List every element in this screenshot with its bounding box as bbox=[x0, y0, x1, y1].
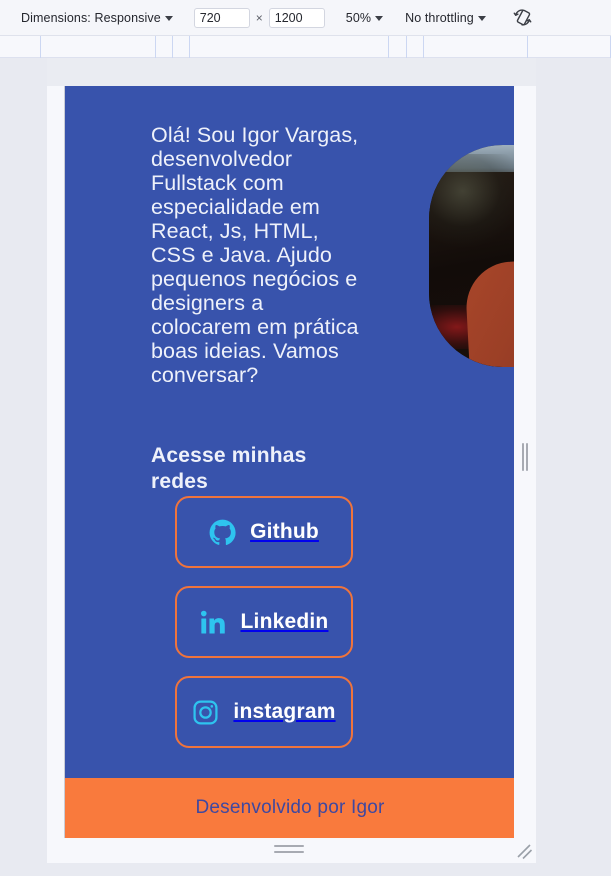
social-button-instagram[interactable]: instagram bbox=[175, 676, 353, 748]
social-button-label: Linkedin bbox=[240, 610, 329, 633]
hero-section: Olá! Sou Igor Vargas, desenvolvedor Full… bbox=[65, 86, 514, 778]
ruler-tick bbox=[172, 36, 173, 58]
page-footer: Desenvolvido por Igor bbox=[65, 778, 514, 838]
social-button-label: Github bbox=[250, 520, 319, 543]
portrait-photo bbox=[429, 145, 514, 367]
viewport-resize-handle-right[interactable] bbox=[519, 437, 531, 477]
social-button-github[interactable]: Github bbox=[175, 496, 353, 568]
section-headline: Acesse minhas redes bbox=[151, 444, 307, 493]
github-icon bbox=[209, 519, 236, 546]
chevron-down-icon bbox=[477, 16, 486, 21]
stage-right-gutter bbox=[536, 58, 611, 876]
rendered-page: Olá! Sou Igor Vargas, desenvolvedor Full… bbox=[65, 86, 514, 838]
ruler-tick bbox=[423, 36, 424, 58]
viewport-resize-handle-bottom[interactable] bbox=[273, 842, 305, 856]
device-stage: Olá! Sou Igor Vargas, desenvolvedor Full… bbox=[0, 58, 611, 876]
device-toolbar: Dimensions: Responsive × 50% No throttli… bbox=[0, 0, 611, 36]
stage-bottom-gutter bbox=[0, 863, 611, 876]
dimensions-label: Dimensions: Responsive bbox=[21, 10, 161, 25]
social-button-linkedin[interactable]: Linkedin bbox=[175, 586, 353, 658]
throttling-label: No throttling bbox=[405, 10, 474, 25]
footer-credit-text: Desenvolvido por Igor bbox=[195, 797, 385, 818]
intro-paragraph: Olá! Sou Igor Vargas, desenvolvedor Full… bbox=[151, 123, 359, 387]
chevron-down-icon bbox=[164, 16, 173, 21]
chevron-down-icon bbox=[375, 16, 384, 21]
ruler-tick bbox=[40, 36, 41, 58]
ruler-tick bbox=[406, 36, 407, 58]
instagram-icon bbox=[192, 699, 219, 726]
device-viewport[interactable]: Olá! Sou Igor Vargas, desenvolvedor Full… bbox=[64, 86, 514, 838]
social-button-label: instagram bbox=[233, 700, 336, 723]
dimensions-dropdown[interactable]: Dimensions: Responsive bbox=[18, 9, 176, 27]
throttling-dropdown[interactable]: No throttling bbox=[402, 9, 489, 27]
device-backdrop-top bbox=[47, 58, 536, 86]
rotate-device-button[interactable] bbox=[511, 6, 535, 30]
dimension-separator: × bbox=[255, 10, 263, 25]
resize-grip-icon bbox=[517, 844, 533, 860]
ruler-tick bbox=[527, 36, 528, 58]
zoom-label: 50% bbox=[345, 10, 372, 25]
ruler-tick bbox=[388, 36, 389, 58]
viewport-height-input[interactable] bbox=[268, 7, 325, 28]
ruler-tick bbox=[155, 36, 156, 58]
zoom-dropdown[interactable]: 50% bbox=[343, 9, 386, 27]
viewport-resize-handle-corner[interactable] bbox=[514, 841, 536, 863]
viewport-ruler bbox=[0, 36, 611, 58]
ruler-tick bbox=[189, 36, 190, 58]
linkedin-icon bbox=[200, 609, 227, 636]
rotate-device-icon bbox=[513, 9, 532, 26]
viewport-width-input[interactable] bbox=[193, 7, 250, 28]
